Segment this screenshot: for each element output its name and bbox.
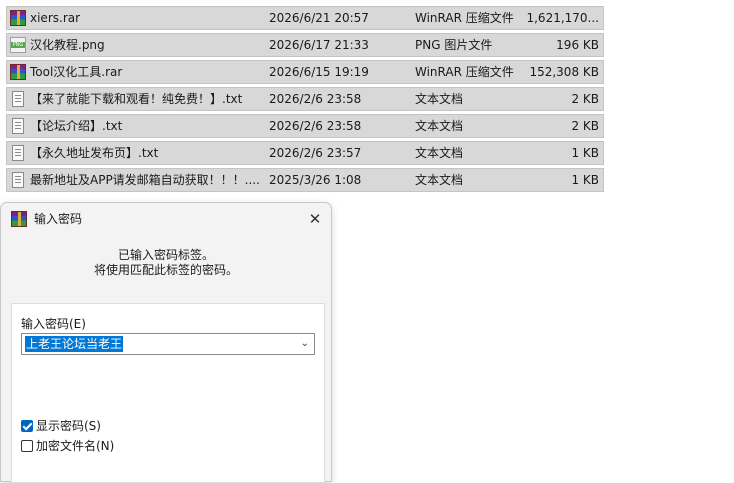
text-document-icon	[12, 91, 24, 107]
file-row[interactable]: 【来了就能下载和观看！纯免费！】.txt 2026/2/6 23:58 文本文档 2 …	[6, 87, 604, 111]
file-name: 【来了就能下载和观看！纯免费！】.txt	[30, 92, 243, 106]
file-row[interactable]: 【永久地址发布页】.txt 2026/2/6 23:57 文本文档 1 KB	[6, 141, 604, 165]
message-line-2: 将使用匹配此标签的密码。	[93, 263, 238, 277]
file-size: 196 KB	[556, 38, 599, 52]
password-dialog: 输入密码 ✕ 已输入密码标签。 将使用匹配此标签的密码。 输入密码(E) 上老王…	[0, 202, 332, 483]
file-date: 2025/3/26 1:08	[269, 173, 362, 187]
file-date: 2026/6/17 21:33	[269, 38, 369, 52]
file-list: xiers.rar 2026/6/21 20:57 WinRAR 压缩文件 1,621…	[6, 6, 604, 195]
text-document-icon	[12, 145, 24, 161]
password-label: 输入密码(E)	[21, 317, 86, 331]
encrypt-filenames-checkbox[interactable]: 加密文件名(N)	[21, 439, 114, 453]
file-size: 1 KB	[571, 146, 599, 160]
dialog-title: 输入密码	[34, 212, 83, 226]
file-name: xiers.rar	[30, 11, 81, 25]
password-combobox[interactable]: 上老王论坛当老王 ⌄	[21, 333, 315, 355]
text-document-icon	[12, 172, 24, 188]
rar-archive-icon	[10, 64, 26, 80]
file-row[interactable]: Tool汉化工具.rar 2026/6/15 19:19 WinRAR 压缩文件 15…	[6, 60, 604, 84]
file-size: 2 KB	[571, 119, 599, 133]
file-name: 【论坛介绍】.txt	[30, 119, 123, 133]
file-row[interactable]: xiers.rar 2026/6/21 20:57 WinRAR 压缩文件 1,621…	[6, 6, 604, 30]
file-date: 2026/6/15 19:19	[269, 65, 369, 79]
file-row[interactable]: 最新地址及APP请发邮箱自动获取！！！.... 2025/3/26 1:08 文本文…	[6, 168, 604, 192]
dialog-message: 已输入密码标签。 将使用匹配此标签的密码。	[1, 248, 331, 278]
file-name: Tool汉化工具.rar	[30, 65, 123, 79]
rar-archive-icon	[10, 10, 26, 26]
password-input-value[interactable]: 上老王论坛当老王	[25, 336, 124, 352]
file-size: 2 KB	[571, 92, 599, 106]
file-date: 2026/2/6 23:58	[269, 119, 362, 133]
encrypt-filenames-check-icon[interactable]	[21, 440, 33, 452]
text-document-icon	[12, 118, 24, 134]
message-line-1: 已输入密码标签。	[117, 248, 214, 262]
winrar-icon	[11, 211, 27, 227]
file-size: 1 KB	[571, 173, 599, 187]
file-row[interactable]: 汉化教程.png2026/6/17 21:33PNG 图片文件196 KB	[6, 33, 604, 57]
chevron-down-icon[interactable]: ⌄	[301, 337, 309, 351]
show-password-check-icon[interactable]	[21, 420, 33, 432]
png-image-icon	[10, 37, 26, 53]
file-size: 1,621,170...	[526, 11, 599, 25]
file-name: 最新地址及APP请发邮箱自动获取！！！....	[30, 173, 260, 187]
dialog-titlebar[interactable]: 输入密码 ✕	[1, 203, 331, 235]
file-date: 2026/6/21 20:57	[269, 11, 369, 25]
file-name: 【永久地址发布页】.txt	[30, 146, 159, 160]
file-name: 汉化教程.png	[30, 38, 105, 52]
file-date: 2026/2/6 23:58	[269, 92, 362, 106]
file-date: 2026/2/6 23:57	[269, 146, 362, 160]
file-row[interactable]: 【论坛介绍】.txt 2026/2/6 23:58 文本文档 2 KB	[6, 114, 604, 138]
file-size: 152,308 KB	[529, 65, 599, 79]
encrypt-filenames-label: 加密文件名(N)	[36, 439, 115, 453]
show-password-checkbox[interactable]: 显示密码(S)	[21, 419, 101, 433]
close-icon[interactable]: ✕	[301, 205, 329, 233]
show-password-label: 显示密码(S)	[36, 419, 101, 433]
password-panel: 输入密码(E) 上老王论坛当老王 ⌄ 显示密码(S) 加密文件名(N)	[11, 303, 325, 483]
